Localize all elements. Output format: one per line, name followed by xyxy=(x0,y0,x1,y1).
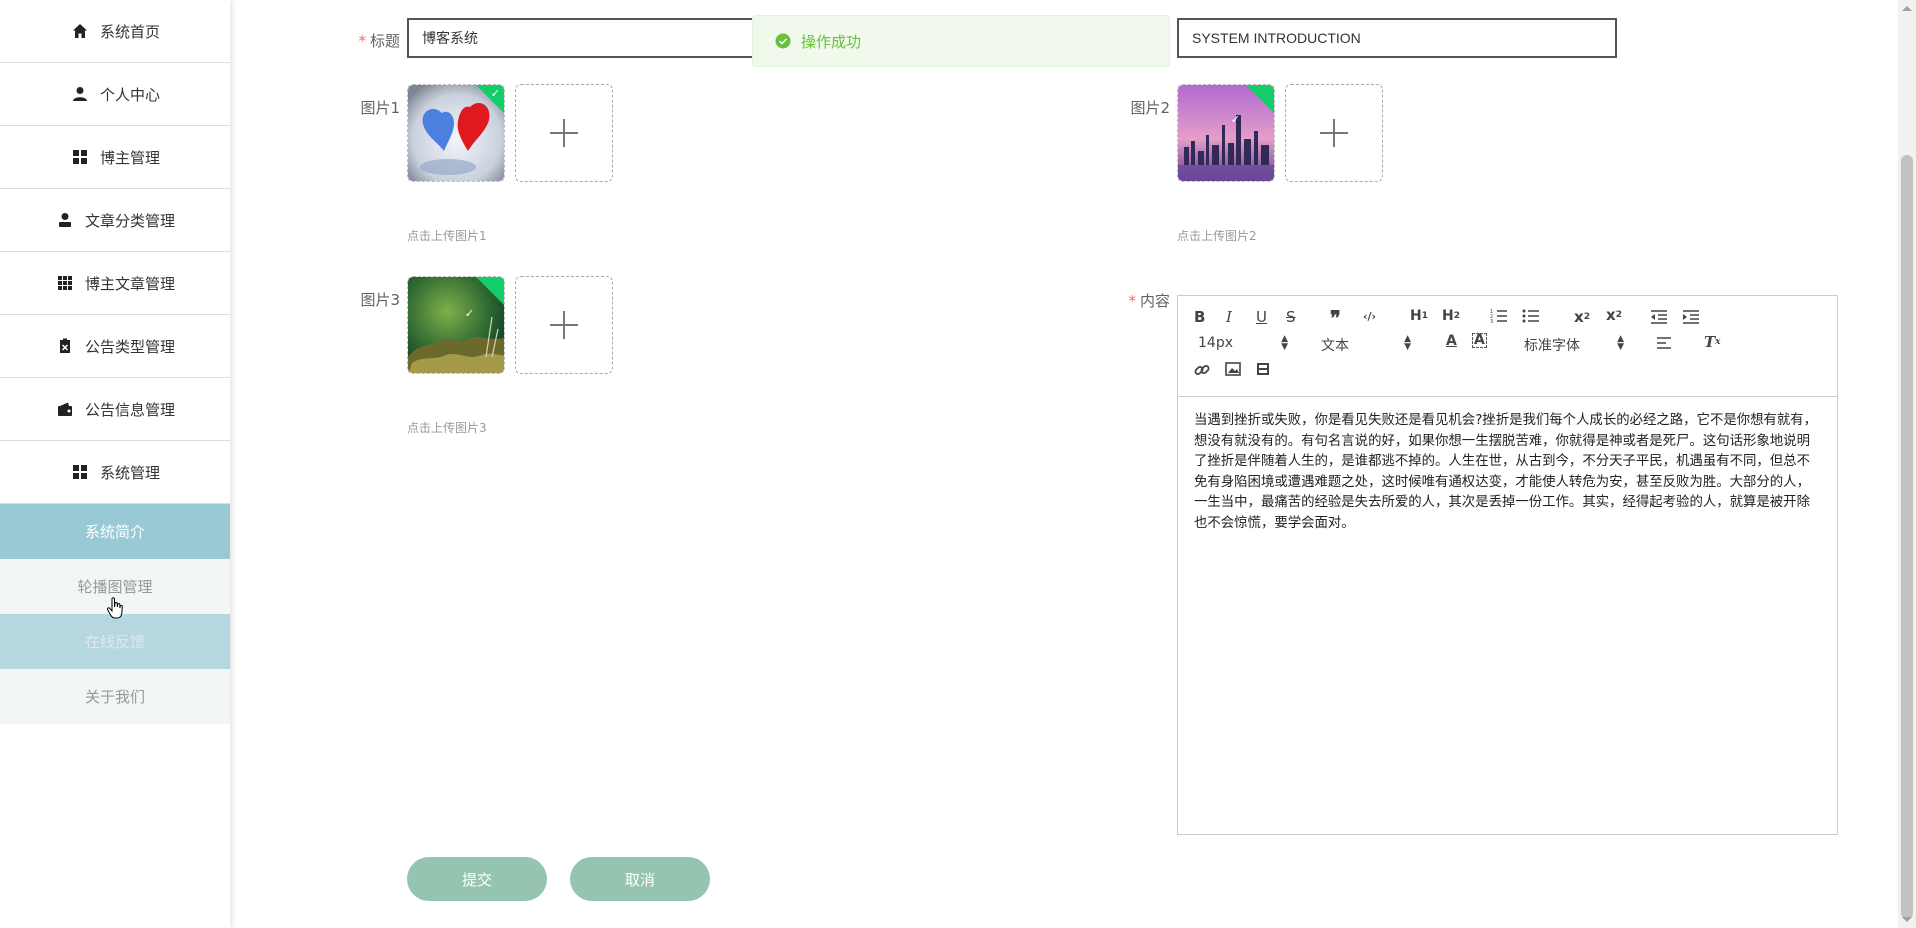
plus-icon xyxy=(550,119,578,147)
sidebar-item-label: 系统管理 xyxy=(99,463,160,482)
image3-upload-button[interactable] xyxy=(515,276,613,374)
image1-hint: 点击上传图片1 xyxy=(407,229,487,243)
submenu-item-about[interactable]: 关于我们 xyxy=(0,669,230,724)
cancel-button[interactable]: 取消 xyxy=(570,857,710,901)
image3-label: 图片3 xyxy=(360,291,400,309)
wallet-icon xyxy=(55,399,75,419)
background-color-icon[interactable]: A xyxy=(1472,333,1487,348)
home-icon xyxy=(70,21,90,41)
clear-format-icon[interactable]: Tx xyxy=(1704,333,1721,351)
success-check-icon xyxy=(775,33,791,49)
sidebar-item-label: 文章分类管理 xyxy=(84,211,175,230)
submenu-item-system-intro[interactable]: 系统简介 xyxy=(0,504,230,559)
outdent-icon[interactable] xyxy=(1650,309,1668,325)
select-arrow-icon: ▲ ▼ xyxy=(1281,334,1288,352)
font-size-select[interactable]: 14px ▲ ▼ xyxy=(1198,334,1288,352)
heading2-icon[interactable]: H2 xyxy=(1442,308,1460,324)
success-toast: 操作成功 xyxy=(752,15,1170,67)
sidebar: 系统首页 个人中心 博主管理 文章分类管理 博主文章管理 公告类型管理 公告信息… xyxy=(0,0,230,928)
toast-message: 操作成功 xyxy=(801,32,862,51)
sidebar-item-profile[interactable]: 个人中心 xyxy=(0,63,230,126)
block-format-select[interactable]: 文本 ▲ ▼ xyxy=(1321,335,1411,355)
align-icon[interactable] xyxy=(1656,336,1672,350)
bullet-list-icon[interactable] xyxy=(1522,308,1540,324)
image2-thumbnail[interactable]: ✓ xyxy=(1177,84,1275,182)
image2-hint: 点击上传图片2 xyxy=(1177,229,1257,243)
italic-icon[interactable]: I xyxy=(1226,308,1232,326)
submit-button[interactable]: 提交 xyxy=(407,857,547,901)
underline-icon[interactable]: U xyxy=(1256,308,1267,326)
blockquote-icon[interactable]: ❞ xyxy=(1330,306,1341,330)
apps-icon xyxy=(55,273,75,293)
sidebar-item-notice-info[interactable]: 公告信息管理 xyxy=(0,378,230,441)
grid-icon xyxy=(70,147,90,167)
indent-icon[interactable] xyxy=(1682,309,1700,325)
sidebar-item-system[interactable]: 系统管理 xyxy=(0,441,230,504)
sidebar-item-label: 博主文章管理 xyxy=(84,274,175,293)
person-icon xyxy=(55,210,75,230)
svg-text:3: 3 xyxy=(1490,319,1493,324)
required-mark: * xyxy=(358,32,366,50)
image1-upload-button[interactable] xyxy=(515,84,613,182)
hand-cursor-icon xyxy=(106,597,126,625)
sidebar-item-articles[interactable]: 博主文章管理 xyxy=(0,252,230,315)
sidebar-item-notice-type[interactable]: 公告类型管理 xyxy=(0,315,230,378)
image1-label: 图片1 xyxy=(360,99,400,117)
image-icon[interactable] xyxy=(1225,362,1241,376)
image3-hint: 点击上传图片3 xyxy=(407,421,487,435)
subtitle-input[interactable]: SYSTEM INTRODUCTION xyxy=(1177,18,1617,58)
plus-icon xyxy=(550,311,578,339)
user-icon xyxy=(70,84,90,104)
strikethrough-icon[interactable]: S xyxy=(1286,308,1296,326)
sidebar-item-home[interactable]: 系统首页 xyxy=(0,0,230,63)
ordered-list-icon[interactable]: 123 xyxy=(1490,308,1508,324)
title-input[interactable]: 博客系统 xyxy=(407,18,807,58)
video-icon[interactable] xyxy=(1256,362,1270,376)
plus-icon xyxy=(1320,119,1348,147)
image2-upload-button[interactable] xyxy=(1285,84,1383,182)
select-arrow-icon: ▲ ▼ xyxy=(1404,334,1411,352)
scrollbar-thumb[interactable] xyxy=(1901,155,1913,919)
check-icon: ✓ xyxy=(490,87,500,100)
select-arrow-icon: ▲ ▼ xyxy=(1617,334,1624,352)
subscript-icon[interactable]: x2 xyxy=(1574,308,1590,326)
scroll-down-icon[interactable] xyxy=(1902,917,1912,922)
code-block-icon[interactable]: ‹/› xyxy=(1363,310,1376,323)
font-family-select[interactable]: 标准字体 ▲ ▼ xyxy=(1524,335,1624,355)
grid-icon xyxy=(70,462,90,482)
heading1-icon[interactable]: H1 xyxy=(1410,308,1428,324)
content-label: * 内容 xyxy=(1128,292,1170,310)
rich-text-editor: B I U S ❞ ‹/› H1 H2 123 x2 x2 14px ▲ ▼ 文本… xyxy=(1177,295,1838,835)
editor-toolbar: B I U S ❞ ‹/› H1 H2 123 x2 x2 14px ▲ ▼ 文本… xyxy=(1178,296,1837,397)
link-icon[interactable] xyxy=(1194,362,1210,378)
check-icon: ✓ xyxy=(464,307,474,320)
sidebar-item-blogger[interactable]: 博主管理 xyxy=(0,126,230,189)
scroll-up-icon[interactable] xyxy=(1902,6,1912,11)
clipboard-icon xyxy=(55,336,75,356)
image3-thumbnail[interactable]: ✓ xyxy=(407,276,505,374)
sidebar-item-label: 公告类型管理 xyxy=(84,337,175,356)
font-color-icon[interactable]: A xyxy=(1446,333,1457,349)
sidebar-item-label: 博主管理 xyxy=(99,148,160,167)
check-icon: ✓ xyxy=(1230,113,1240,126)
bold-icon[interactable]: B xyxy=(1194,308,1205,326)
sidebar-item-label: 公告信息管理 xyxy=(84,400,175,419)
sidebar-item-label: 系统首页 xyxy=(99,22,160,41)
editor-content[interactable]: 当遇到挫折或失败，你是看见失败还是看见机会?挫折是我们每个人成长的必经之路，它不… xyxy=(1178,397,1837,548)
scrollbar[interactable] xyxy=(1898,0,1916,928)
title-label: * 标题 xyxy=(358,32,400,50)
superscript-icon[interactable]: x2 xyxy=(1606,306,1622,324)
image2-label: 图片2 xyxy=(1130,99,1170,117)
sidebar-item-label: 个人中心 xyxy=(99,85,160,104)
sidebar-item-category[interactable]: 文章分类管理 xyxy=(0,189,230,252)
required-mark: * xyxy=(1128,292,1136,310)
image1-thumbnail[interactable]: ✓ xyxy=(407,84,505,182)
